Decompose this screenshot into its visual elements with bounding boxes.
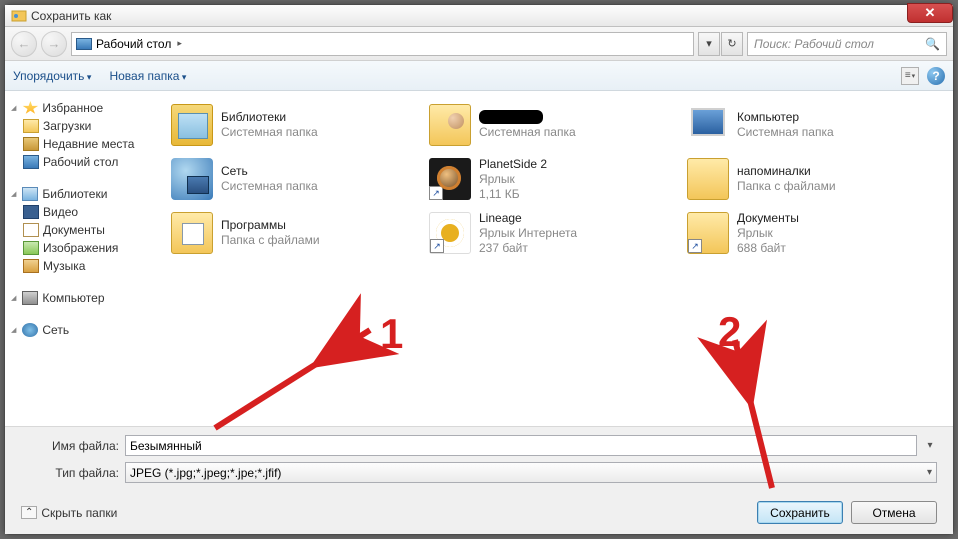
desktop-icon [23,155,39,169]
sidebar-libraries[interactable]: Библиотеки [9,185,161,203]
video-icon [23,205,39,219]
file-name: Программы [221,218,320,233]
address-segment[interactable]: Рабочий стол [96,37,171,51]
file-item[interactable]: XСистемная папка [429,101,679,149]
file-name: Lineage [479,211,577,226]
file-sub: Ярлык [737,226,799,241]
sidebar-item-desktop[interactable]: Рабочий стол [9,153,161,171]
navbar: ← → Рабочий стол ▸ ▾ ↻ Поиск: Рабочий ст… [5,27,953,61]
file-list[interactable]: БиблиотекиСистемная папкаXСистемная папк… [165,91,953,426]
sidebar-favorites[interactable]: Избранное [9,99,161,117]
file-item[interactable]: напоминалкиПапка с файлами [687,155,937,203]
view-options-button[interactable]: ≡▾ [901,67,919,85]
save-as-dialog: Сохранить как ✕ ← → Рабочий стол ▸ ▾ ↻ П… [4,4,954,535]
file-size: 688 байт [737,241,799,256]
file-sub: Системная папка [221,179,318,194]
file-item[interactable]: КомпьютерСистемная папка [687,101,937,149]
sidebar-computer[interactable]: Компьютер [9,289,161,307]
star-icon [22,101,38,115]
file-item[interactable]: ↗ LineageЯрлык Интернета237 байт [429,209,679,257]
new-folder-button[interactable]: Новая папка [109,69,186,83]
filetype-label: Тип файла: [21,466,119,480]
file-item[interactable]: БиблиотекиСистемная папка [171,101,421,149]
file-name: Компьютер [737,110,834,125]
address-dropdown[interactable]: ▾ [698,32,720,56]
filename-label: Имя файла: [21,439,119,453]
file-name: напоминалки [737,164,836,179]
music-icon [23,259,39,273]
file-sub: Ярлык [479,172,547,187]
titlebar[interactable]: Сохранить как ✕ [5,5,953,27]
comp-icon [687,104,729,146]
search-placeholder: Поиск: Рабочий стол [754,37,874,51]
help-button[interactable]: ? [927,67,945,85]
filetype-select[interactable]: JPEG (*.jpg;*.jpeg;*.jpe;*.jfif)▾ [125,462,937,483]
window-title: Сохранить как [31,9,111,23]
save-fields: Имя файла: ▾ Тип файла: JPEG (*.jpg;*.jp… [5,426,953,495]
organize-menu[interactable]: Упорядочить [13,69,91,83]
close-button[interactable]: ✕ [907,3,953,23]
sidebar-item-downloads[interactable]: Загрузки [9,117,161,135]
recent-icon [23,137,39,151]
file-size: 1,11 КБ [479,187,547,202]
prog-icon [171,212,213,254]
hide-folders-toggle[interactable]: Скрыть папки [21,506,117,520]
file-sub: Системная папка [479,125,576,140]
filename-dropdown[interactable]: ▾ [923,440,937,451]
sidebar-item-documents[interactable]: Документы [9,221,161,239]
toolbar: Упорядочить Новая папка ≡▾ ? [5,61,953,91]
file-sub: Ярлык Интернета [479,226,577,241]
file-name: Библиотеки [221,110,318,125]
shortcut-overlay-icon: ↗ [688,239,702,253]
file-name: X [479,110,576,125]
search-input[interactable]: Поиск: Рабочий стол 🔍 [747,32,947,56]
file-item[interactable]: ↗ ДокументыЯрлык688 байт [687,209,937,257]
file-sub: Системная папка [737,125,834,140]
app-icon [11,8,27,24]
file-size: 237 байт [479,241,577,256]
libraries-icon [22,187,38,201]
desktop-icon [76,38,92,50]
sidebar: Избранное Загрузки Недавние места Рабочи… [5,91,165,426]
sidebar-item-images[interactable]: Изображения [9,239,161,257]
sidebar-item-recent[interactable]: Недавние места [9,135,161,153]
forward-button[interactable]: → [41,31,67,57]
lib-icon [171,104,213,146]
file-sub: Системная папка [221,125,318,140]
address-bar[interactable]: Рабочий стол ▸ [71,32,694,56]
folder-icon: ↗ [687,212,729,254]
save-button[interactable]: Сохранить [757,501,843,524]
file-item[interactable]: ↗ PlanetSide 2Ярлык1,11 КБ [429,155,679,203]
shortcut-overlay-icon: ↗ [429,186,443,200]
file-sub: Папка с файлами [737,179,836,194]
ps2-icon: ↗ [429,158,471,200]
file-sub: Папка с файлами [221,233,320,248]
shortcut-overlay-icon: ↗ [430,239,444,253]
sidebar-item-music[interactable]: Музыка [9,257,161,275]
image-icon [23,241,39,255]
sidebar-network[interactable]: Сеть [9,321,161,339]
file-item[interactable]: СетьСистемная папка [171,155,421,203]
filename-input[interactable] [125,435,917,456]
dialog-footer: Скрыть папки Сохранить Отмена [5,495,953,534]
folder-icon [687,158,729,200]
breadcrumb-arrow-icon[interactable]: ▸ [175,38,184,49]
file-name: PlanetSide 2 [479,157,547,172]
file-name: Сеть [221,164,318,179]
user-icon [429,104,471,146]
computer-icon [22,291,38,305]
search-icon: 🔍 [925,37,940,51]
sidebar-item-video[interactable]: Видео [9,203,161,221]
cancel-button[interactable]: Отмена [851,501,937,524]
file-item[interactable]: ПрограммыПапка с файлами [171,209,421,257]
back-button[interactable]: ← [11,31,37,57]
downloads-icon [23,119,39,133]
file-name: Документы [737,211,799,226]
refresh-button[interactable]: ↻ [721,32,743,56]
net-icon [171,158,213,200]
network-icon [22,323,38,337]
chrome-icon: ↗ [429,212,471,254]
document-icon [23,223,39,237]
